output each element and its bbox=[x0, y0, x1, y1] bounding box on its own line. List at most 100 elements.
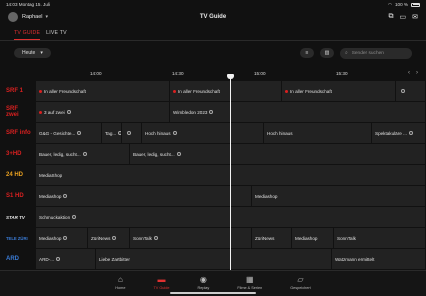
grid-view-button[interactable]: ▥ bbox=[320, 48, 334, 58]
channel-logo[interactable]: SRF zwei bbox=[6, 106, 32, 118]
time-tick: 15:00 bbox=[254, 71, 266, 76]
channel-logo[interactable]: 24 HD bbox=[6, 169, 32, 181]
home-icon: ⌂ bbox=[117, 275, 123, 284]
status-time: 14:03 bbox=[6, 2, 18, 7]
channel-logo[interactable]: TELE ZÜRI bbox=[6, 232, 32, 244]
record-icon bbox=[112, 236, 117, 240]
nav-tv-guide[interactable]: ▬ TV Guide bbox=[153, 275, 169, 296]
program-title: Wimbledon 2023 bbox=[173, 109, 208, 115]
program-cell[interactable]: 3 auf zwei bbox=[36, 102, 170, 122]
filter-bar: Heute ▾ ≡ ▥ ⌕ Sender suchen bbox=[14, 47, 412, 59]
timeline-nav: ‹ › bbox=[408, 70, 418, 76]
nav-home[interactable]: ⌂ Home bbox=[115, 275, 125, 296]
nav-saved[interactable]: ▱ Gespeichert bbox=[290, 275, 310, 296]
record-icon bbox=[82, 152, 87, 156]
grid-icon: ▥ bbox=[324, 50, 330, 56]
day-selector-label: Heute bbox=[22, 50, 36, 56]
program-cell[interactable]: Hoch hinaus bbox=[142, 123, 264, 143]
program-title: In aller Freundschaft bbox=[44, 88, 86, 94]
program-cell[interactable] bbox=[396, 81, 426, 101]
program-title: In aller Freundschaft bbox=[290, 88, 332, 94]
program-cell[interactable] bbox=[122, 123, 142, 143]
program-cell[interactable]: ZüriNews bbox=[252, 228, 292, 248]
program-cell[interactable]: SonnTalk bbox=[334, 228, 426, 248]
channel-logo[interactable]: 3+HD bbox=[6, 148, 32, 160]
program-title: Tag... bbox=[105, 130, 117, 136]
time-tick: 14:30 bbox=[172, 71, 184, 76]
chevron-right-icon[interactable]: › bbox=[416, 70, 418, 76]
program-cell[interactable]: Spektakuläre ... bbox=[372, 123, 426, 143]
program-cell[interactable]: Tag... bbox=[102, 123, 122, 143]
channel-row: 24 HD MediaShop bbox=[0, 164, 426, 186]
now-indicator-line bbox=[230, 77, 231, 270]
channel-row: ARD ARD-... Liebe Zartbitter Watzmann er… bbox=[0, 248, 426, 270]
program-cell[interactable]: ZüriNews bbox=[88, 228, 130, 248]
program-title: In aller Freundschaft bbox=[178, 88, 220, 94]
replay-icon: ◉ bbox=[199, 275, 207, 284]
program-cell[interactable]: In aller Freundschaft bbox=[170, 81, 282, 101]
record-icon bbox=[63, 236, 68, 240]
messages-icon[interactable]: ✉ bbox=[412, 13, 418, 21]
program-title: Spektakuläre ... bbox=[375, 130, 407, 136]
program-cell[interactable]: Watzmann ermittelt bbox=[332, 249, 426, 269]
user-name: Raphael bbox=[22, 14, 43, 20]
program-cell[interactable]: MediaShop bbox=[36, 165, 426, 185]
program-title: Mediashop bbox=[255, 193, 278, 199]
program-title: Liebe Zartbitter bbox=[99, 256, 130, 262]
program-cell[interactable]: Bauer, ledig, sucht... bbox=[130, 144, 426, 164]
channel-logo[interactable]: S1 HD bbox=[6, 190, 32, 202]
day-selector[interactable]: Heute ▾ bbox=[14, 48, 51, 58]
program-cell[interactable]: Mediashop bbox=[36, 228, 88, 248]
top-bar: Raphael ▾ TV Guide ⧉ ▭ ✉ bbox=[0, 10, 426, 24]
program-title: ZüriNews bbox=[91, 235, 111, 241]
tv-guide-icon: ▬ bbox=[157, 275, 166, 284]
tab-divider bbox=[0, 40, 426, 41]
program-title: ARD-... bbox=[39, 256, 55, 262]
page-title: TV Guide bbox=[199, 14, 227, 20]
program-cell[interactable]: Wimbledon 2023 bbox=[170, 102, 426, 122]
nav-label: TV Guide bbox=[153, 286, 170, 290]
program-cell[interactable]: Schmuckaktion bbox=[36, 207, 426, 227]
program-title: SonnTalk bbox=[337, 235, 356, 241]
program-title: Mediashop bbox=[295, 235, 318, 241]
list-icon: ≡ bbox=[305, 50, 309, 56]
tab-live-tv[interactable]: LIVE TV bbox=[46, 30, 67, 40]
program-cell[interactable]: Mediashop bbox=[252, 186, 426, 206]
program-cell[interactable]: Mediashop bbox=[292, 228, 334, 248]
program-cell[interactable]: Mediashop bbox=[36, 186, 252, 206]
program-cell[interactable]: SonnTalk bbox=[130, 228, 252, 248]
status-bar: 14:03 Montag 15. Juli ◠ 100 % bbox=[0, 0, 426, 9]
record-icon bbox=[209, 110, 214, 114]
record-icon bbox=[63, 194, 68, 198]
user-switcher[interactable]: Raphael ▾ bbox=[8, 12, 48, 22]
program-cell[interactable]: ARD-... bbox=[36, 249, 96, 269]
channel-logo[interactable]: ARD bbox=[6, 253, 32, 265]
home-indicator bbox=[170, 292, 256, 294]
channel-row: SRF 1 In aller Freundschaft In aller Fre… bbox=[0, 80, 426, 102]
program-cell[interactable]: In aller Freundschaft bbox=[36, 81, 170, 101]
program-cell[interactable]: G&G - Gesichte... bbox=[36, 123, 102, 143]
live-dot-icon bbox=[285, 89, 288, 93]
record-icon bbox=[66, 110, 71, 114]
program-cell[interactable]: Hoch hinaus bbox=[264, 123, 372, 143]
chevron-left-icon[interactable]: ‹ bbox=[408, 70, 410, 76]
record-icon bbox=[72, 215, 77, 219]
program-title: Hoch hinaus bbox=[267, 130, 293, 136]
status-date: Montag 15. Juli bbox=[18, 2, 50, 7]
share-screen-icon[interactable]: ▭ bbox=[400, 13, 407, 21]
program-cell[interactable]: Bauer, ledig, sucht... bbox=[36, 144, 130, 164]
tab-tv-guide[interactable]: TV GUIDE bbox=[14, 30, 41, 40]
battery-percent: 100 % bbox=[394, 2, 408, 7]
avatar bbox=[8, 12, 18, 22]
search-input[interactable]: ⌕ Sender suchen bbox=[340, 47, 412, 59]
channel-logo[interactable]: STAR TV bbox=[6, 211, 32, 223]
program-title: 3 auf zwei bbox=[44, 109, 65, 115]
channel-logo[interactable]: SRF 1 bbox=[6, 85, 32, 97]
program-cell[interactable]: In aller Freundschaft bbox=[282, 81, 396, 101]
channel-row: 3+HD Bauer, ledig, sucht... Bauer, ledig… bbox=[0, 143, 426, 165]
nav-label: Gespeichert bbox=[290, 286, 311, 290]
cast-icon[interactable]: ⧉ bbox=[389, 13, 394, 21]
list-view-button[interactable]: ≡ bbox=[300, 48, 314, 58]
program-cell[interactable]: Liebe Zartbitter bbox=[96, 249, 332, 269]
channel-logo[interactable]: SRF info bbox=[6, 127, 32, 139]
